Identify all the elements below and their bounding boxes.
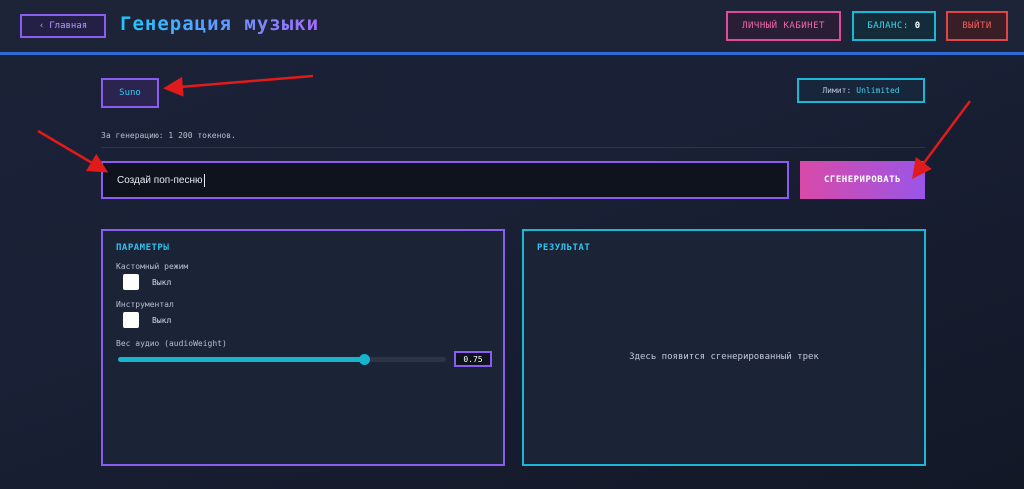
chevron-left-icon: ‹	[38, 21, 45, 31]
back-button-label: Главная	[49, 21, 88, 31]
audio-weight-slider-thumb[interactable]	[359, 354, 370, 365]
annotation-arrow	[163, 74, 314, 97]
instrumental-label: Инструментал	[116, 300, 174, 309]
audio-weight-value[interactable]: 0.75	[454, 351, 492, 367]
instrumental-checkbox[interactable]	[123, 312, 139, 328]
parameters-panel: ПАРАМЕТРЫ Кастомный режим Выкл Инструмен…	[101, 229, 505, 466]
custom-mode-checkbox[interactable]	[123, 274, 139, 290]
engine-select-button[interactable]: Suno	[101, 78, 159, 108]
annotation-arrow	[37, 129, 109, 173]
limit-label: Лимит:	[822, 86, 852, 95]
prompt-input[interactable]: Создай поп-песню	[101, 161, 789, 199]
generation-cost-text: За генерацию: 1 200 токенов.	[101, 131, 236, 140]
instrumental-state: Выкл	[152, 316, 172, 325]
back-button[interactable]: ‹ Главная	[20, 14, 106, 38]
cabinet-button[interactable]: ЛИЧНЫЙ КАБИНЕТ	[726, 11, 841, 41]
result-title: РЕЗУЛЬТАТ	[537, 243, 591, 253]
limit-value: Unlimited	[856, 86, 900, 95]
logout-button[interactable]: ВЫЙТИ	[946, 11, 1008, 41]
limit-badge: Лимит: Unlimited	[797, 78, 925, 103]
balance-button[interactable]: БАЛАНС: 0	[852, 11, 936, 41]
custom-mode-label: Кастомный режим	[116, 262, 189, 271]
logout-button-label: ВЫЙТИ	[962, 21, 992, 31]
result-panel: РЕЗУЛЬТАТ Здесь появится сгенерированный…	[522, 229, 926, 466]
cabinet-button-label: ЛИЧНЫЙ КАБИНЕТ	[742, 21, 825, 31]
custom-mode-state: Выкл	[152, 278, 172, 287]
audio-weight-label: Вес аудио (audioWeight)	[116, 339, 227, 348]
audio-weight-slider[interactable]	[118, 354, 446, 365]
generate-button[interactable]: СГЕНЕРИРОВАТЬ	[800, 161, 925, 199]
prompt-input-value: Создай поп-песню	[117, 174, 203, 186]
text-caret	[203, 173, 205, 187]
balance-value: 0	[914, 21, 921, 31]
parameters-title: ПАРАМЕТРЫ	[116, 243, 170, 253]
balance-label: БАЛАНС:	[867, 21, 909, 31]
result-placeholder: Здесь появится сгенерированный трек	[629, 352, 819, 362]
page-title: Генерация музыки	[120, 13, 320, 35]
top-bar: ‹ Главная Генерация музыки ЛИЧНЫЙ КАБИНЕ…	[0, 0, 1024, 55]
audio-weight-slider-fill	[118, 357, 364, 362]
divider	[101, 147, 925, 148]
